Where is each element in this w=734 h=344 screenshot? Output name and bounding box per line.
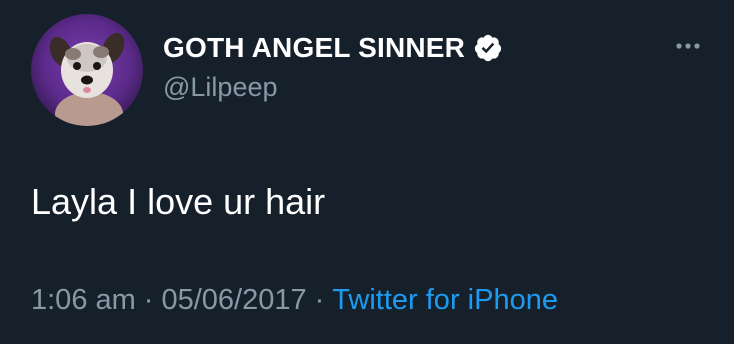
- more-options-icon[interactable]: [673, 37, 703, 55]
- tweet-date[interactable]: 05/06/2017: [161, 284, 306, 316]
- display-name[interactable]: GOTH ANGEL SINNER: [163, 32, 465, 64]
- user-handle[interactable]: @Lilpeep: [163, 72, 278, 103]
- tweet-card: GOTH ANGEL SINNER @Lilpeep Layla I love …: [0, 0, 734, 344]
- meta-separator: ·: [143, 284, 154, 316]
- avatar[interactable]: [31, 14, 143, 126]
- tweet-time[interactable]: 1:06 am: [31, 284, 136, 316]
- tweet-meta: 1:06 am · 05/06/2017 · Twitter for iPhone: [31, 284, 558, 317]
- name-row: GOTH ANGEL SINNER: [163, 30, 503, 66]
- meta-separator: ·: [314, 284, 325, 316]
- tweet-source-link[interactable]: Twitter for iPhone: [332, 284, 558, 316]
- verified-badge-icon: [474, 34, 502, 62]
- dog-avatar-image: [31, 14, 143, 126]
- tweet-text: Layla I love ur hair: [31, 181, 326, 222]
